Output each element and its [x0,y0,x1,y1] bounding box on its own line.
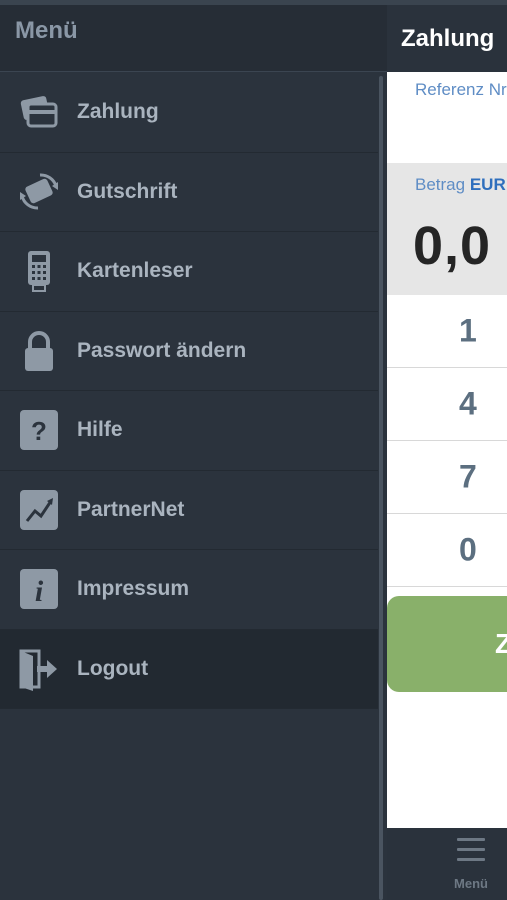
lock-icon [18,329,60,373]
keypad-key-0[interactable]: 0 [387,514,507,587]
menu-item-hilfe[interactable]: ? Hilfe [0,391,378,471]
keypad-key-1[interactable]: 1 [387,295,507,368]
payment-form: Referenz Nr Betrag EUR 0,0 1 4 7 0 Z [387,72,507,828]
menu-item-gutschrift[interactable]: Gutschrift [0,153,378,232]
amount-value: 0,0 [413,216,492,276]
hamburger-icon [457,838,485,864]
menu-item-kartenleser[interactable]: Kartenleser [0,232,378,312]
credit-cards-icon [18,90,60,134]
menu-item-impressum[interactable]: i Impressum [0,550,378,630]
card-refund-icon [18,170,60,214]
menu-item-partnernet[interactable]: PartnerNet [0,471,378,550]
help-icon: ? [18,408,60,452]
menu-item-label: Kartenleser [77,259,193,283]
amount-label-text: Betrag [415,175,466,194]
tab-menu[interactable]: Menü [449,838,493,894]
menu-item-label: Logout [77,656,149,680]
amount-label: Betrag EUR [415,175,506,195]
menu-item-logout[interactable]: Logout [0,629,378,709]
menu-item-label: Zahlung [77,100,159,124]
tab-menu-label: Menü [454,876,488,891]
keypad-key-7[interactable]: 7 [387,441,507,514]
menu-scrollbar[interactable] [379,76,383,900]
keypad-key-4[interactable]: 4 [387,368,507,441]
svg-text:i: i [35,575,44,608]
info-icon: i [18,567,60,611]
main-header: Zahlung [387,5,507,72]
key-label: 4 [459,385,477,422]
keypad: 1 4 7 0 [387,295,507,587]
menu-item-zahlung[interactable]: Zahlung [0,73,378,153]
currency-label: EUR [469,175,506,194]
key-label: 0 [459,531,477,568]
menu-item-label: PartnerNet [77,497,185,521]
status-strip [0,0,507,5]
key-label: 7 [459,458,477,495]
card-reader-icon [18,249,60,293]
pay-button-label: Z [495,628,507,659]
menu-item-label: Passwort ändern [77,338,247,362]
menu-item-label: Gutschrift [77,179,178,203]
reference-field[interactable]: Referenz Nr [415,80,507,100]
svg-text:?: ? [31,416,47,446]
menu-item-label: Impressum [77,577,190,601]
menu-title: Menü [15,17,78,44]
pay-button[interactable]: Z [387,596,507,692]
key-label: 1 [459,312,477,349]
side-menu: Menü Zahlung Gutschrift Kartenleser Pass… [0,0,387,900]
menu-header: Menü [0,5,387,72]
chart-icon [18,488,60,532]
tab-bar: Menü [387,828,507,900]
logout-icon [18,647,60,691]
menu-item-passwort-aendern[interactable]: Passwort ändern [0,312,378,391]
payment-screen: Zahlung Referenz Nr Betrag EUR 0,0 1 4 7… [387,0,507,900]
menu-list: Zahlung Gutschrift Kartenleser Passwort … [0,73,378,709]
amount-display: Betrag EUR 0,0 [387,163,507,295]
menu-item-label: Hilfe [77,418,123,442]
page-title: Zahlung [401,25,495,52]
